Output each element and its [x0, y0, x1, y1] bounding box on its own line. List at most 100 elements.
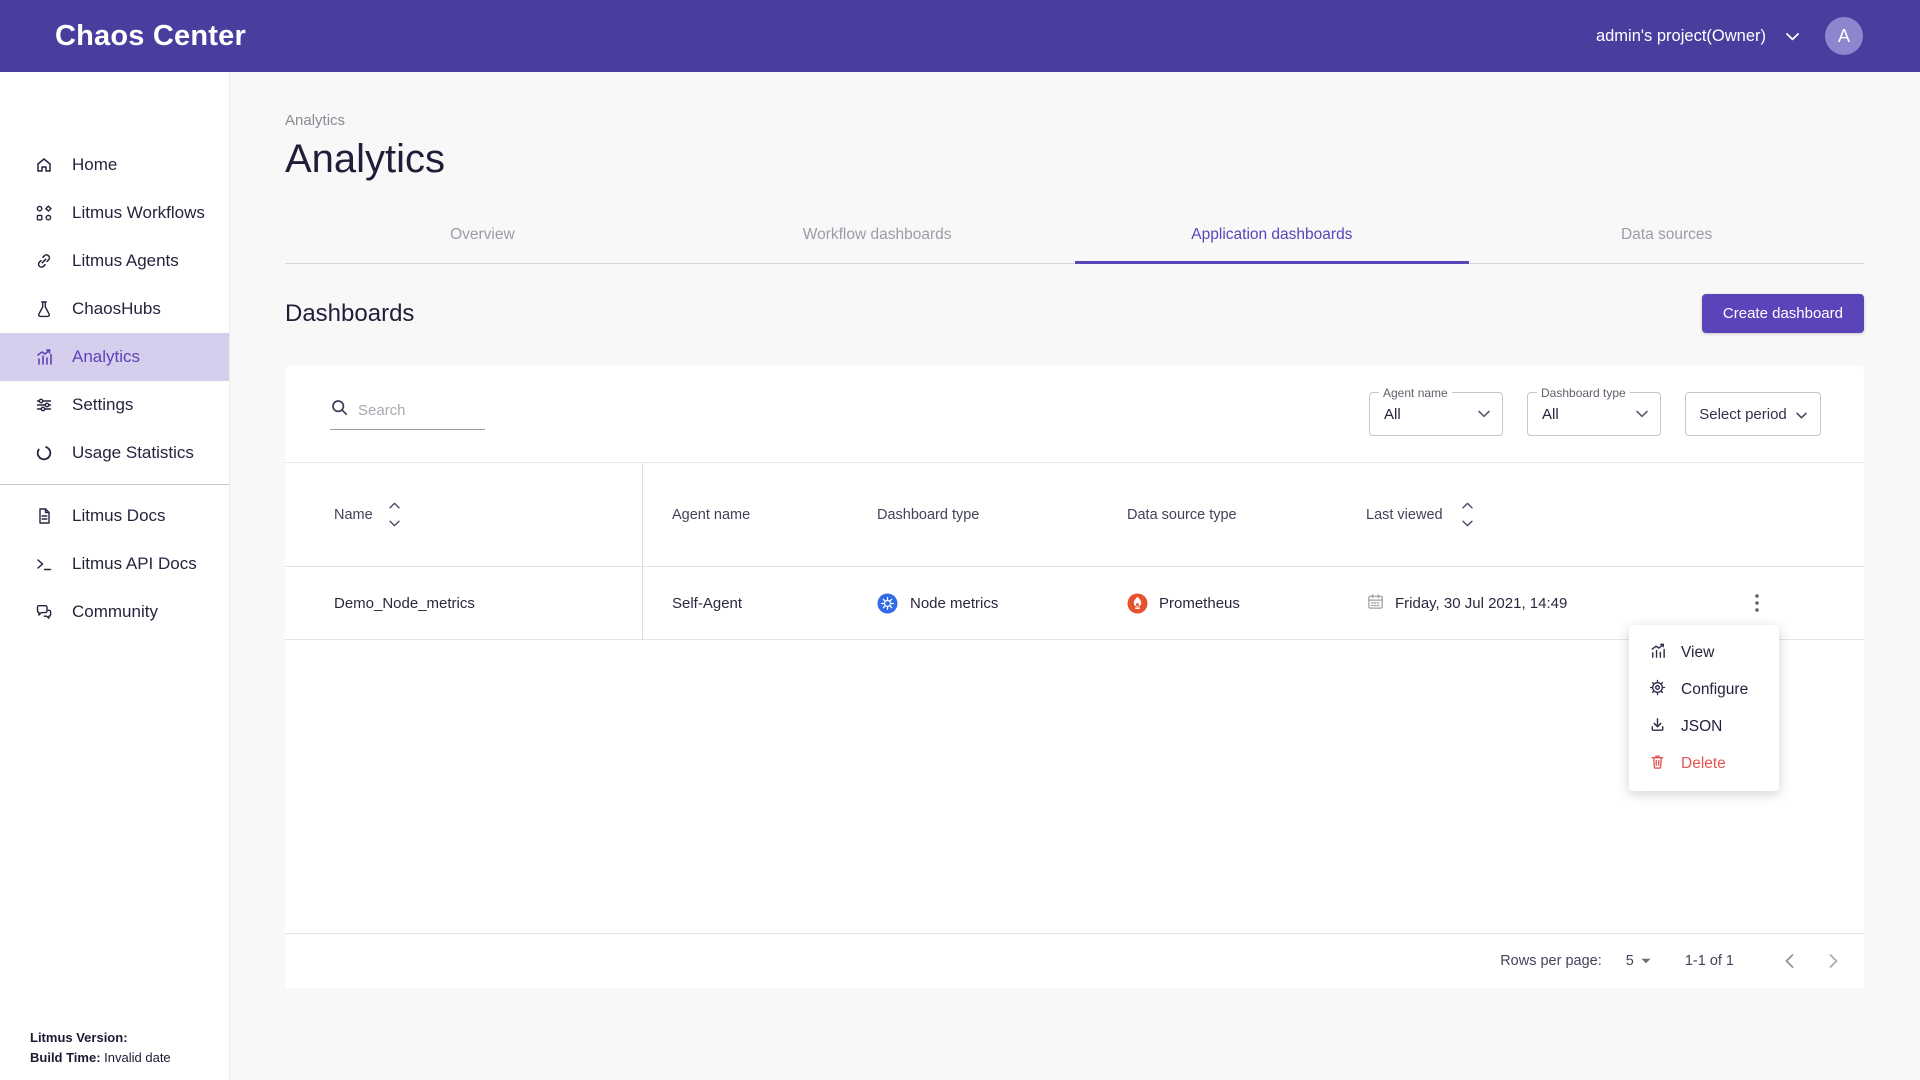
tab-bar: Overview Workflow dashboards Application… [285, 206, 1864, 264]
chevron-down-icon [1636, 405, 1648, 423]
row-options-button[interactable] [1740, 586, 1774, 620]
page-title: Analytics [285, 137, 1864, 182]
sidebar-item-label: Home [72, 155, 117, 175]
chevron-down-icon [1796, 406, 1807, 423]
bar-chart-icon [33, 346, 55, 368]
sidebar-item-label: Litmus Docs [72, 506, 166, 526]
build-time-value: Invalid date [104, 1050, 171, 1065]
menu-item-label: Configure [1681, 681, 1748, 699]
previous-page-button[interactable] [1774, 946, 1804, 976]
section-title: Dashboards [285, 300, 414, 328]
cell-data-source-type: Prometheus [1159, 595, 1240, 612]
menu-item-delete[interactable]: Delete [1629, 745, 1779, 782]
pagination-bar: Rows per page: 5 1-1 of 1 [285, 933, 1864, 988]
column-header-name: Name [334, 507, 373, 523]
prometheus-icon [1127, 593, 1148, 614]
terminal-icon [33, 553, 55, 575]
cell-agent-name: Self-Agent [643, 595, 877, 612]
sidebar-item-settings[interactable]: Settings [0, 381, 229, 429]
gear-icon [1648, 678, 1667, 702]
calendar-icon [1366, 592, 1385, 615]
cell-name: Demo_Node_metrics [285, 567, 643, 639]
table-row[interactable]: Demo_Node_metrics Self-Agent Node metric… [285, 567, 1864, 640]
column-header-last-viewed: Last viewed [1366, 507, 1443, 523]
sidebar-item-analytics[interactable]: Analytics [0, 333, 229, 381]
sort-name-control[interactable] [389, 502, 400, 527]
menu-item-configure[interactable]: Configure [1629, 671, 1779, 708]
create-dashboard-button[interactable]: Create dashboard [1702, 294, 1864, 333]
sidebar-item-label: Litmus Workflows [72, 203, 205, 223]
trash-icon [1648, 752, 1667, 776]
cell-last-viewed: Friday, 30 Jul 2021, 14:49 [1395, 595, 1567, 612]
sort-last-viewed-control[interactable] [1462, 502, 1473, 527]
sidebar-item-usage-statistics[interactable]: Usage Statistics [0, 429, 229, 477]
pagination-range: 1-1 of 1 [1685, 953, 1734, 969]
search-input[interactable] [358, 402, 476, 419]
project-switcher[interactable]: admin's project(Owner) [1596, 27, 1799, 46]
chevron-down-icon [1786, 27, 1799, 46]
select-period-button[interactable]: Select period [1685, 392, 1821, 436]
sidebar-item-litmus-agents[interactable]: Litmus Agents [0, 237, 229, 285]
chevron-left-icon [1785, 954, 1794, 968]
sidebar-item-label: Usage Statistics [72, 443, 194, 463]
search-box[interactable] [330, 398, 485, 430]
tab-data-sources[interactable]: Data sources [1469, 206, 1864, 263]
sort-desc-icon [1462, 520, 1473, 527]
breadcrumb: Analytics [285, 112, 1864, 129]
select-period-label: Select period [1699, 406, 1787, 423]
build-time-label: Build Time: [30, 1050, 101, 1065]
tab-workflow-dashboards[interactable]: Workflow dashboards [680, 206, 1075, 263]
download-icon [1648, 715, 1667, 739]
sidebar-item-home[interactable]: Home [0, 141, 229, 189]
sidebar: Home Litmus Workflows Litmus Agents Chao… [0, 72, 230, 1080]
sidebar-item-litmus-api-docs[interactable]: Litmus API Docs [0, 540, 229, 588]
sidebar-item-community[interactable]: Community [0, 588, 229, 636]
sliders-icon [33, 394, 55, 416]
kubernetes-icon [877, 593, 898, 614]
agent-name-select[interactable]: Agent name All [1369, 392, 1503, 436]
app-header: Chaos Center admin's project(Owner) A [0, 0, 1920, 72]
sidebar-divider [0, 484, 229, 485]
column-header-agent-name: Agent name [643, 507, 877, 523]
menu-item-label: View [1681, 644, 1714, 662]
sidebar-item-litmus-workflows[interactable]: Litmus Workflows [0, 189, 229, 237]
menu-item-label: JSON [1681, 718, 1722, 736]
view-chart-icon [1648, 641, 1667, 665]
agent-name-select-label: Agent name [1379, 386, 1452, 400]
next-page-button[interactable] [1818, 946, 1848, 976]
sidebar-item-label: Community [72, 602, 158, 622]
column-header-data-source-type: Data source type [1127, 507, 1366, 523]
chevron-right-icon [1829, 954, 1838, 968]
menu-item-label: Delete [1681, 755, 1726, 773]
caret-down-icon [1641, 958, 1651, 964]
sidebar-item-chaoshubs[interactable]: ChaosHubs [0, 285, 229, 333]
avatar[interactable]: A [1825, 17, 1863, 55]
sort-asc-icon [389, 502, 400, 509]
menu-item-view[interactable]: View [1629, 634, 1779, 671]
table-header: Name Agent name Dashboard type Data sour… [285, 463, 1864, 567]
kebab-icon [1755, 594, 1759, 612]
chevron-down-icon [1478, 405, 1490, 423]
rows-per-page-select[interactable]: 5 [1626, 953, 1651, 969]
sidebar-item-label: Settings [72, 395, 133, 415]
version-info: Litmus Version: Build Time: Invalid date [0, 1028, 229, 1080]
home-icon [33, 154, 55, 176]
dashboard-type-select-value: All [1542, 406, 1636, 423]
menu-item-json[interactable]: JSON [1629, 708, 1779, 745]
flask-icon [33, 298, 55, 320]
agent-name-select-value: All [1384, 406, 1478, 423]
main-content: Analytics Analytics Overview Workflow da… [230, 72, 1920, 1080]
dashboard-type-select-label: Dashboard type [1537, 386, 1630, 400]
sidebar-item-litmus-docs[interactable]: Litmus Docs [0, 492, 229, 540]
dashboard-type-select[interactable]: Dashboard type All [1527, 392, 1661, 436]
workflows-icon [33, 202, 55, 224]
sidebar-item-label: Analytics [72, 347, 140, 367]
tab-application-dashboards[interactable]: Application dashboards [1075, 206, 1470, 263]
sidebar-item-label: Litmus API Docs [72, 554, 197, 574]
sort-desc-icon [389, 520, 400, 527]
chat-icon [33, 601, 55, 623]
row-options-menu: View Configure JSON Delete [1629, 625, 1779, 791]
tab-overview[interactable]: Overview [285, 206, 680, 263]
filter-bar: Agent name All Dashboard type All Select… [285, 366, 1864, 463]
sidebar-item-label: ChaosHubs [72, 299, 161, 319]
